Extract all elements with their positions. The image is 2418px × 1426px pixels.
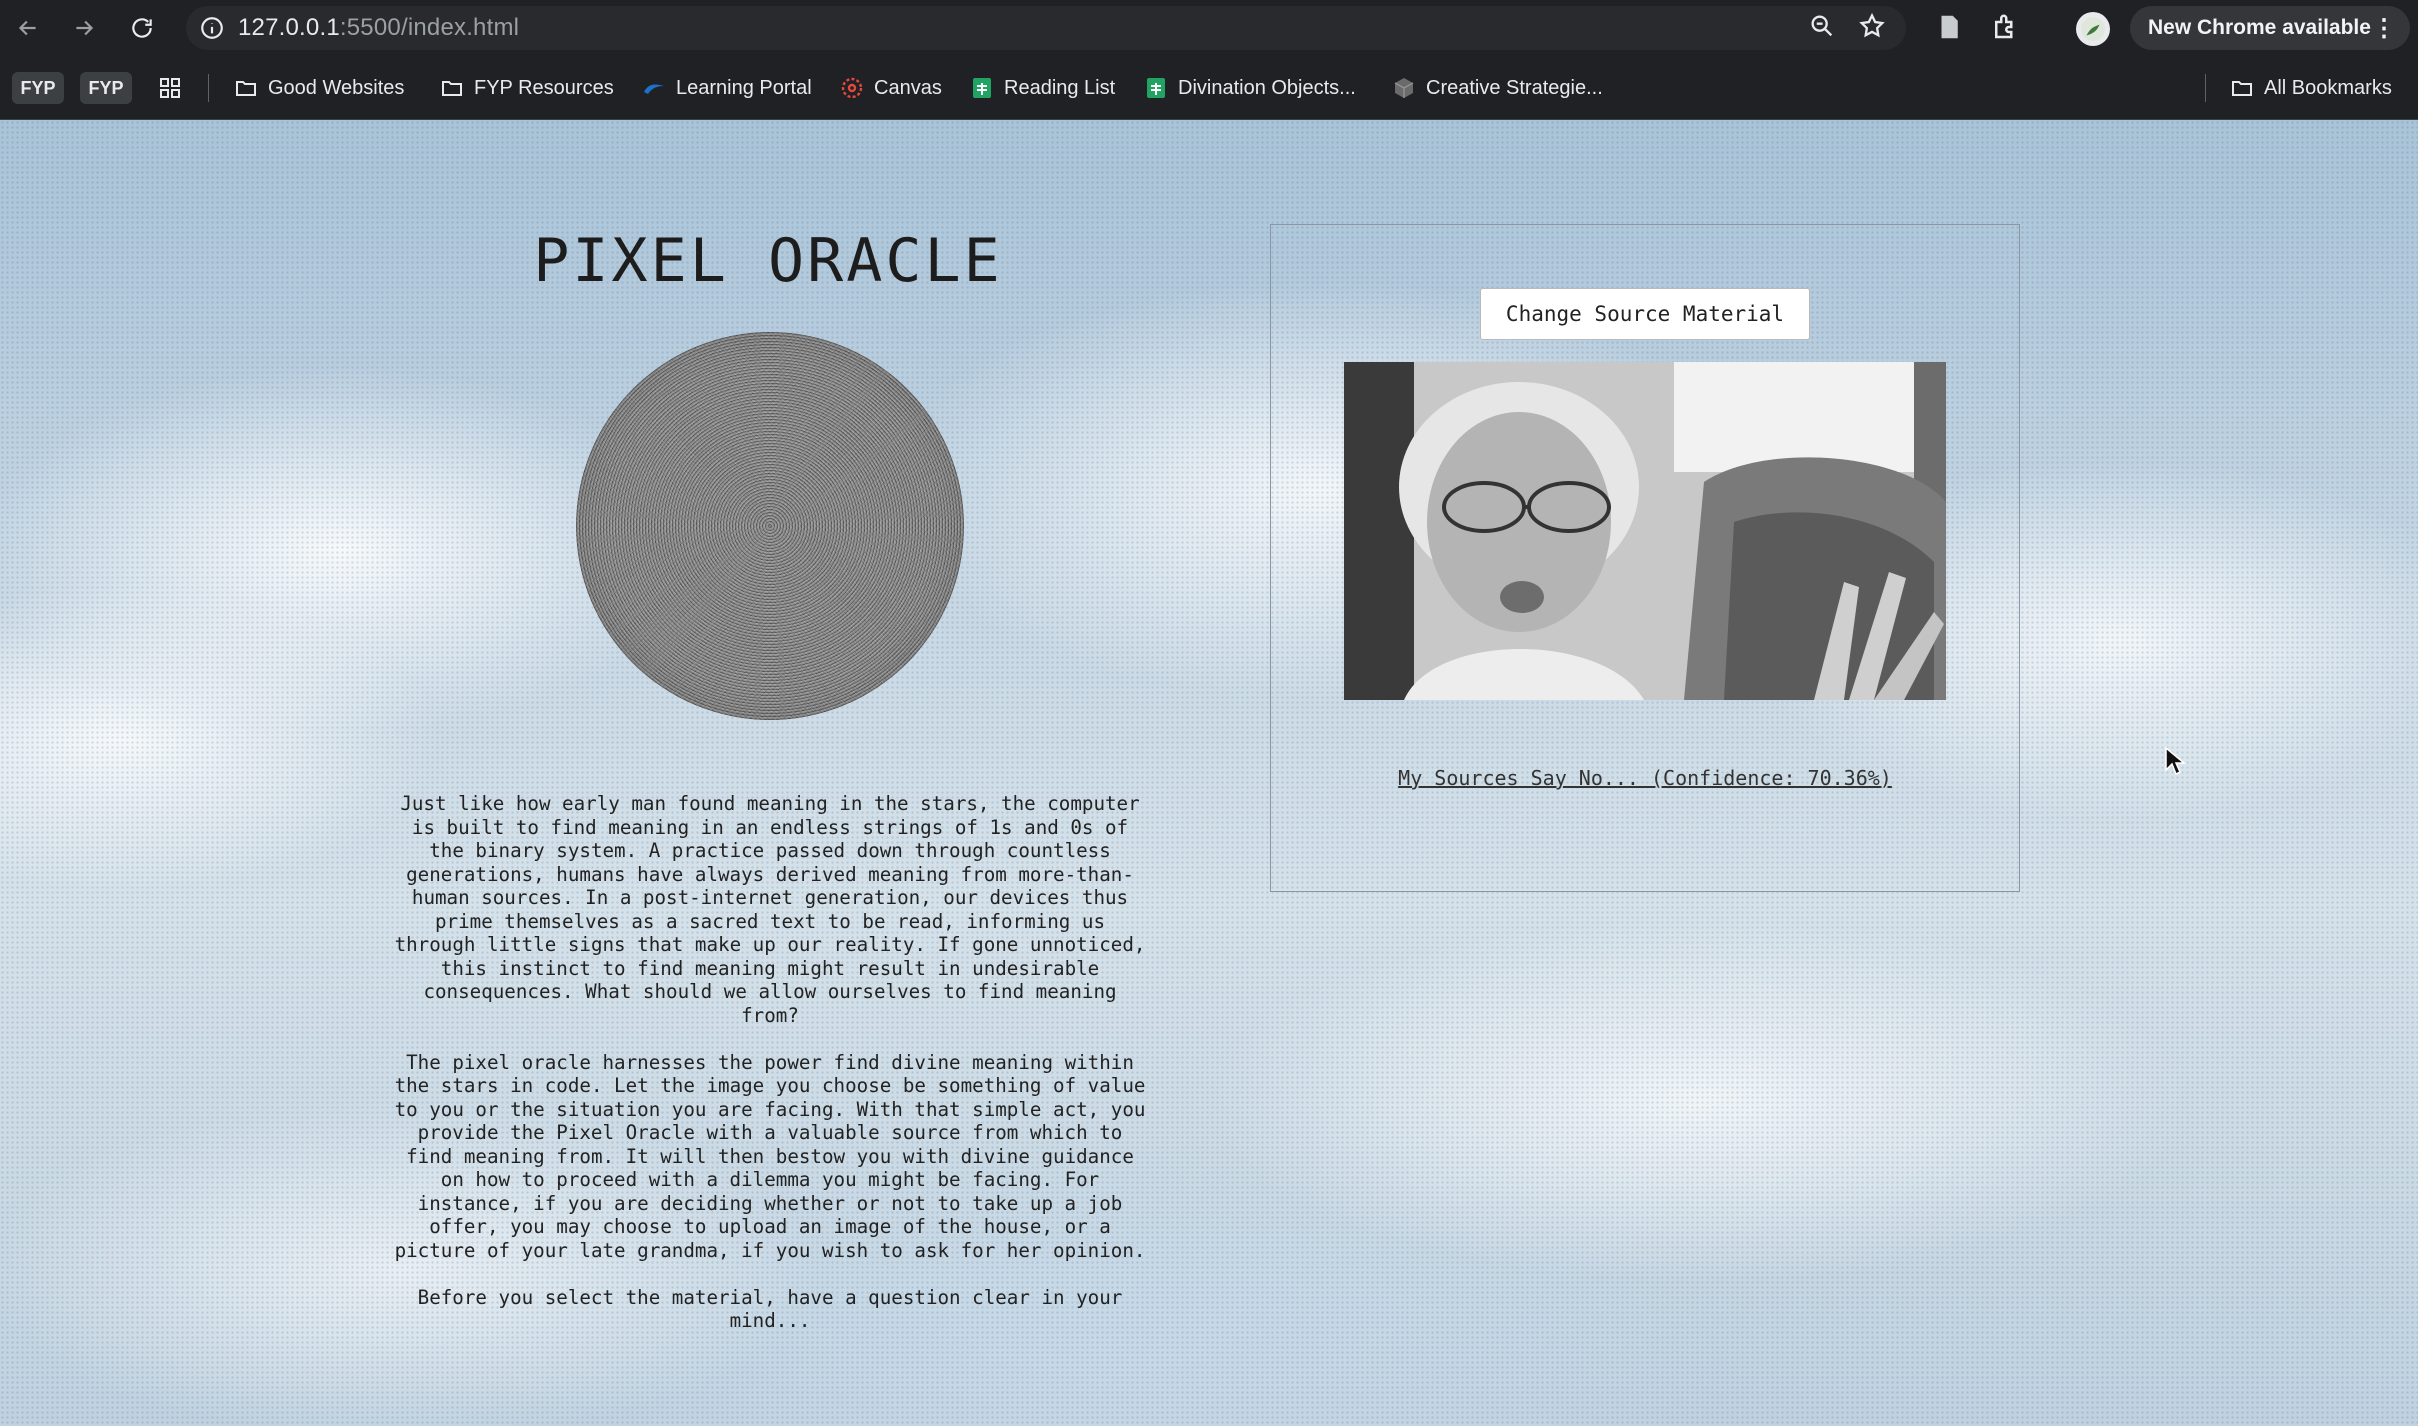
site-info-icon[interactable] [186, 15, 238, 41]
arrow-left-icon [18, 20, 36, 36]
bookmark-star-icon[interactable] [1858, 12, 1886, 45]
canvas-icon [841, 77, 863, 99]
all-bookmarks[interactable]: All Bookmarks [2230, 70, 2392, 106]
sheets-icon [973, 78, 991, 98]
reading-mode-icon[interactable] [1934, 12, 1966, 44]
profile-avatar[interactable] [2076, 12, 2110, 46]
bookmark-chip-fyp-2[interactable]: FYP [80, 72, 132, 104]
arrow-right-icon [76, 20, 94, 36]
oracle-noise-orb [576, 332, 964, 720]
mouse-cursor-icon [2165, 746, 2186, 776]
description-paragraph-1: Just like how early man found meaning in… [394, 792, 1146, 1027]
reload-icon [132, 18, 152, 38]
folder-icon [236, 81, 256, 96]
portal-icon [644, 84, 664, 94]
cube-icon [1394, 78, 1414, 98]
reload-button[interactable] [114, 0, 170, 56]
menu-kebab-icon[interactable]: ⋮ [2372, 14, 2396, 43]
bookmark-learning-portal[interactable]: Learning Portal [642, 70, 812, 106]
bookmark-good-websites[interactable]: Good Websites [234, 70, 404, 106]
description-paragraph-3: Before you select the material, have a q… [417, 1285, 1123, 1333]
apps-grid-icon[interactable] [158, 70, 182, 106]
url-text: 127.0.0.1:5500/index.html [238, 14, 520, 41]
forward-button[interactable] [56, 0, 112, 56]
page-title: PIXEL ORACLE [533, 226, 1003, 296]
description-paragraph-2: The pixel oracle harnesses the power fin… [394, 1050, 1146, 1262]
description-text: Just like how early man found meaning in… [394, 792, 1146, 1356]
bookmark-canvas[interactable]: Canvas [840, 70, 942, 106]
oracle-result-text[interactable]: My Sources Say No... (Confidence: 70.36%… [1270, 766, 2020, 790]
address-bar[interactable]: 127.0.0.1:5500/index.html [186, 6, 1906, 50]
folder-icon [2232, 81, 2252, 96]
chrome-update-button[interactable]: New Chrome available ⋮ [2130, 6, 2410, 50]
back-button[interactable] [0, 0, 56, 56]
folder-icon [442, 81, 462, 96]
bookmark-divination-objects[interactable]: Divination Objects... [1144, 70, 1356, 106]
update-label: New Chrome available [2148, 16, 2371, 39]
bookmarks-bar: FYP FYP Good Websites FYP Resources Lear… [0, 56, 2418, 120]
bookmark-chip-fyp-1[interactable]: FYP [12, 72, 64, 104]
browser-toolbar: 127.0.0.1:5500/index.html New Chrome ava… [0, 0, 2418, 56]
change-source-material-button[interactable]: Change Source Material [1480, 288, 1810, 340]
sheets-icon [1147, 78, 1165, 98]
bookmark-creative-strategies[interactable]: Creative Strategie... [1392, 70, 1603, 106]
extensions-icon[interactable] [1990, 12, 2022, 44]
source-image [1344, 362, 1946, 700]
bookmark-fyp-resources[interactable]: FYP Resources [440, 70, 614, 106]
bookmarks-divider [2205, 74, 2206, 102]
zoom-icon[interactable] [1808, 12, 1836, 45]
page-viewport: PIXEL ORACLE Just like how early man fou… [0, 120, 2418, 1426]
bookmark-reading-list[interactable]: Reading List [970, 70, 1115, 106]
